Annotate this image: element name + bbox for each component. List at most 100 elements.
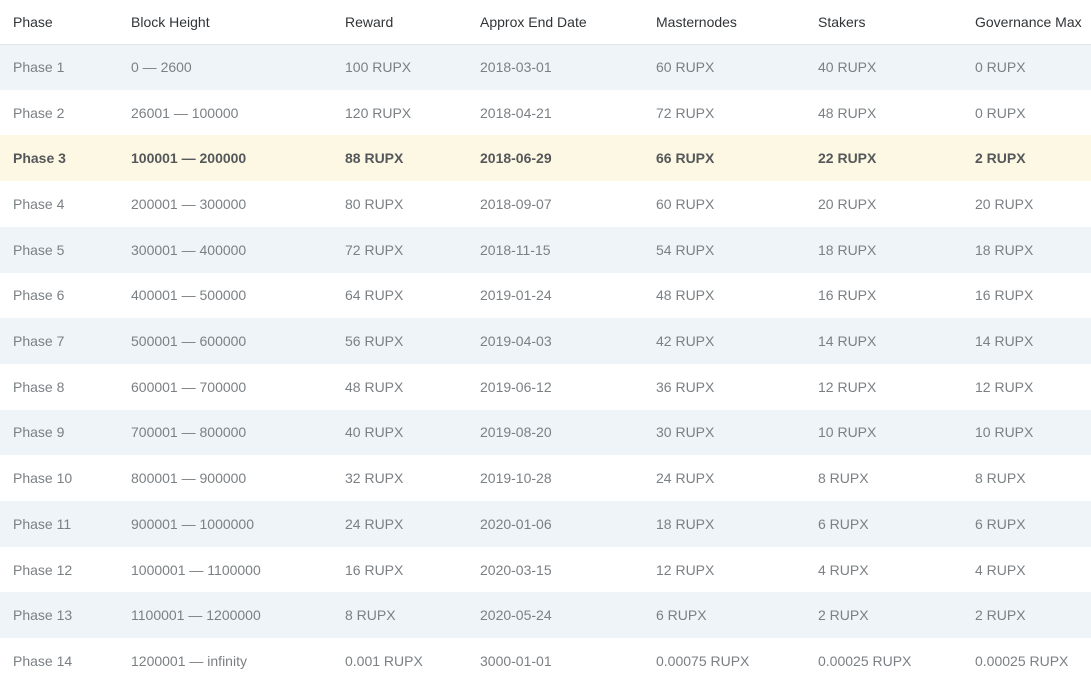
table-body: Phase 10 — 2600 100 RUPX 2018-03-01 60 RUPX… [0,44,1091,684]
column-header-reward: Reward [332,0,467,45]
table-row: Phase 10 — 2600 100 RUPX 2018-03-01 60 RUPX… [0,44,1091,90]
cell-masternodes: 66 RUPX [643,135,805,182]
table-row: Phase 12 1000001 — 1100000 16 RUPX 2020-03-… [0,547,1091,593]
table-row: Phase 7 500001 — 600000 56 RUPX 2019-04-03 4… [0,318,1091,364]
cell-governance-max: 18 RUPX [962,226,1091,273]
cell-phase: Phase 13 [0,592,118,639]
cell-phase: Phase 3 [0,135,118,182]
table-row: Phase 13 1100001 — 1200000 8 RUPX 2020-05-2… [0,592,1091,639]
cell-governance-max: 16 RUPX [975,287,1034,304]
cell-stakers: 4 RUPX [818,561,869,578]
cell-approx-end-date: 2018-11-15 [467,226,643,273]
column-header-governance-max: Governance Max [962,0,1091,45]
cell-governance-max: 8 RUPX [975,470,1026,487]
cell-stakers: 20 RUPX [818,195,877,212]
reward-phases-table: Phase Block Height Reward Approx End Dat… [0,0,1091,684]
cell-masternodes: 12 RUPX [656,561,715,578]
cell-approx-end-date: 2019-01-24 [480,287,552,304]
cell-block-height: 1100001 — 1200000 [118,592,332,639]
cell-reward: 88 RUPX [332,135,467,182]
cell-block-height: 100001 — 200000 [118,135,332,182]
cell-stakers: 22 RUPX [805,135,962,182]
cell-masternodes: 30 RUPX [643,409,805,456]
cell-reward: 8 RUPX [332,592,467,639]
cell-block-height: 200001 — 300000 [131,195,247,212]
cell-block-height: 26001 — 100000 [131,104,239,121]
cell-governance-max: 4 RUPX [975,561,1026,578]
cell-governance-max: 2 RUPX [962,135,1091,182]
cell-reward: 100 RUPX [332,44,467,90]
cell-masternodes: 0.00075 RUPX [656,653,750,670]
cell-block-height: 500001 — 600000 [118,318,332,364]
cell-masternodes: 18 RUPX [643,501,805,547]
cell-phase: Phase 8 [13,378,65,395]
cell-reward: 48 RUPX [345,378,404,395]
cell-block-height: 1200001 — infinity [131,653,247,670]
column-header-stakers: Stakers [805,0,962,45]
cell-stakers: 12 RUPX [818,378,877,395]
cell-governance-max: 14 RUPX [962,318,1091,364]
cell-reward: 40 RUPX [332,409,467,456]
column-header-phase: Phase [0,0,118,45]
cell-stakers: 10 RUPX [805,409,962,456]
cell-phase: Phase 12 [13,561,73,578]
table-row: Phase 6 400001 — 500000 64 RUPX 2019-01-24 4… [0,273,1091,319]
cell-phase: Phase 2 [13,104,65,121]
cell-approx-end-date: 2018-04-21 [480,104,552,121]
column-header-masternodes: Masternodes [643,0,805,45]
cell-stakers: 8 RUPX [818,470,869,487]
cell-reward: 56 RUPX [332,318,467,364]
cell-stakers: 6 RUPX [805,501,962,547]
cell-governance-max: 0.00025 RUPX [975,653,1069,670]
cell-masternodes: 48 RUPX [656,287,715,304]
cell-phase: Phase 9 [0,409,118,456]
cell-governance-max: 10 RUPX [962,409,1091,456]
cell-approx-end-date: 2020-03-15 [480,561,552,578]
cell-approx-end-date: 2018-09-07 [480,195,552,212]
cell-stakers: 2 RUPX [805,592,962,639]
table-row: Phase 9 700001 — 800000 40 RUPX 2019-08-20 3… [0,409,1091,456]
cell-governance-max: 2 RUPX [962,592,1091,639]
cell-approx-end-date: 2018-03-01 [467,44,643,90]
cell-masternodes: 36 RUPX [656,378,715,395]
cell-stakers: 0.00025 RUPX [818,653,912,670]
table-row: Phase 14 1200001 — infinity 0.001 RUPX 3000… [0,638,1091,684]
cell-governance-max: 0 RUPX [962,44,1091,90]
cell-stakers: 16 RUPX [818,287,877,304]
cell-phase: Phase 14 [13,653,73,670]
cell-phase: Phase 4 [13,195,65,212]
cell-approx-end-date: 2018-06-29 [467,135,643,182]
cell-masternodes: 24 RUPX [656,470,715,487]
cell-governance-max: 6 RUPX [962,501,1091,547]
cell-block-height: 700001 — 800000 [118,409,332,456]
table-header: Phase Block Height Reward Approx End Dat… [0,0,1091,45]
column-header-approx-end-date: Approx End Date [467,0,643,45]
cell-phase: Phase 7 [0,318,118,364]
cell-reward: 16 RUPX [345,561,404,578]
cell-governance-max: 0 RUPX [975,104,1026,121]
cell-block-height: 0 — 2600 [118,44,332,90]
cell-block-height: 300001 — 400000 [118,226,332,273]
cell-reward: 72 RUPX [332,226,467,273]
cell-block-height: 400001 — 500000 [131,287,247,304]
cell-reward: 0.001 RUPX [345,653,423,670]
cell-reward: 32 RUPX [345,470,404,487]
cell-stakers: 40 RUPX [805,44,962,90]
table-row: Phase 3 100001 — 200000 88 RUPX 2018-06-29 6… [0,135,1091,182]
table-row: Phase 10 800001 — 900000 32 RUPX 2019-10-28… [0,455,1091,501]
cell-reward: 80 RUPX [345,195,404,212]
cell-reward: 24 RUPX [332,501,467,547]
cell-governance-max: 12 RUPX [975,378,1034,395]
cell-approx-end-date: 3000-01-01 [480,653,552,670]
table-row: Phase 11 900001 — 1000000 24 RUPX 2020-01-0… [0,501,1091,547]
cell-approx-end-date: 2020-05-24 [467,592,643,639]
cell-block-height: 600001 — 700000 [131,378,247,395]
cell-phase: Phase 5 [0,226,118,273]
cell-stakers: 18 RUPX [805,226,962,273]
table-row: Phase 4 200001 — 300000 80 RUPX 2018-09-07 6… [0,181,1091,227]
cell-masternodes: 60 RUPX [656,195,715,212]
header-row: Phase Block Height Reward Approx End Dat… [0,0,1091,45]
cell-approx-end-date: 2020-01-06 [467,501,643,547]
cell-phase: Phase 11 [0,501,118,547]
cell-masternodes: 42 RUPX [643,318,805,364]
